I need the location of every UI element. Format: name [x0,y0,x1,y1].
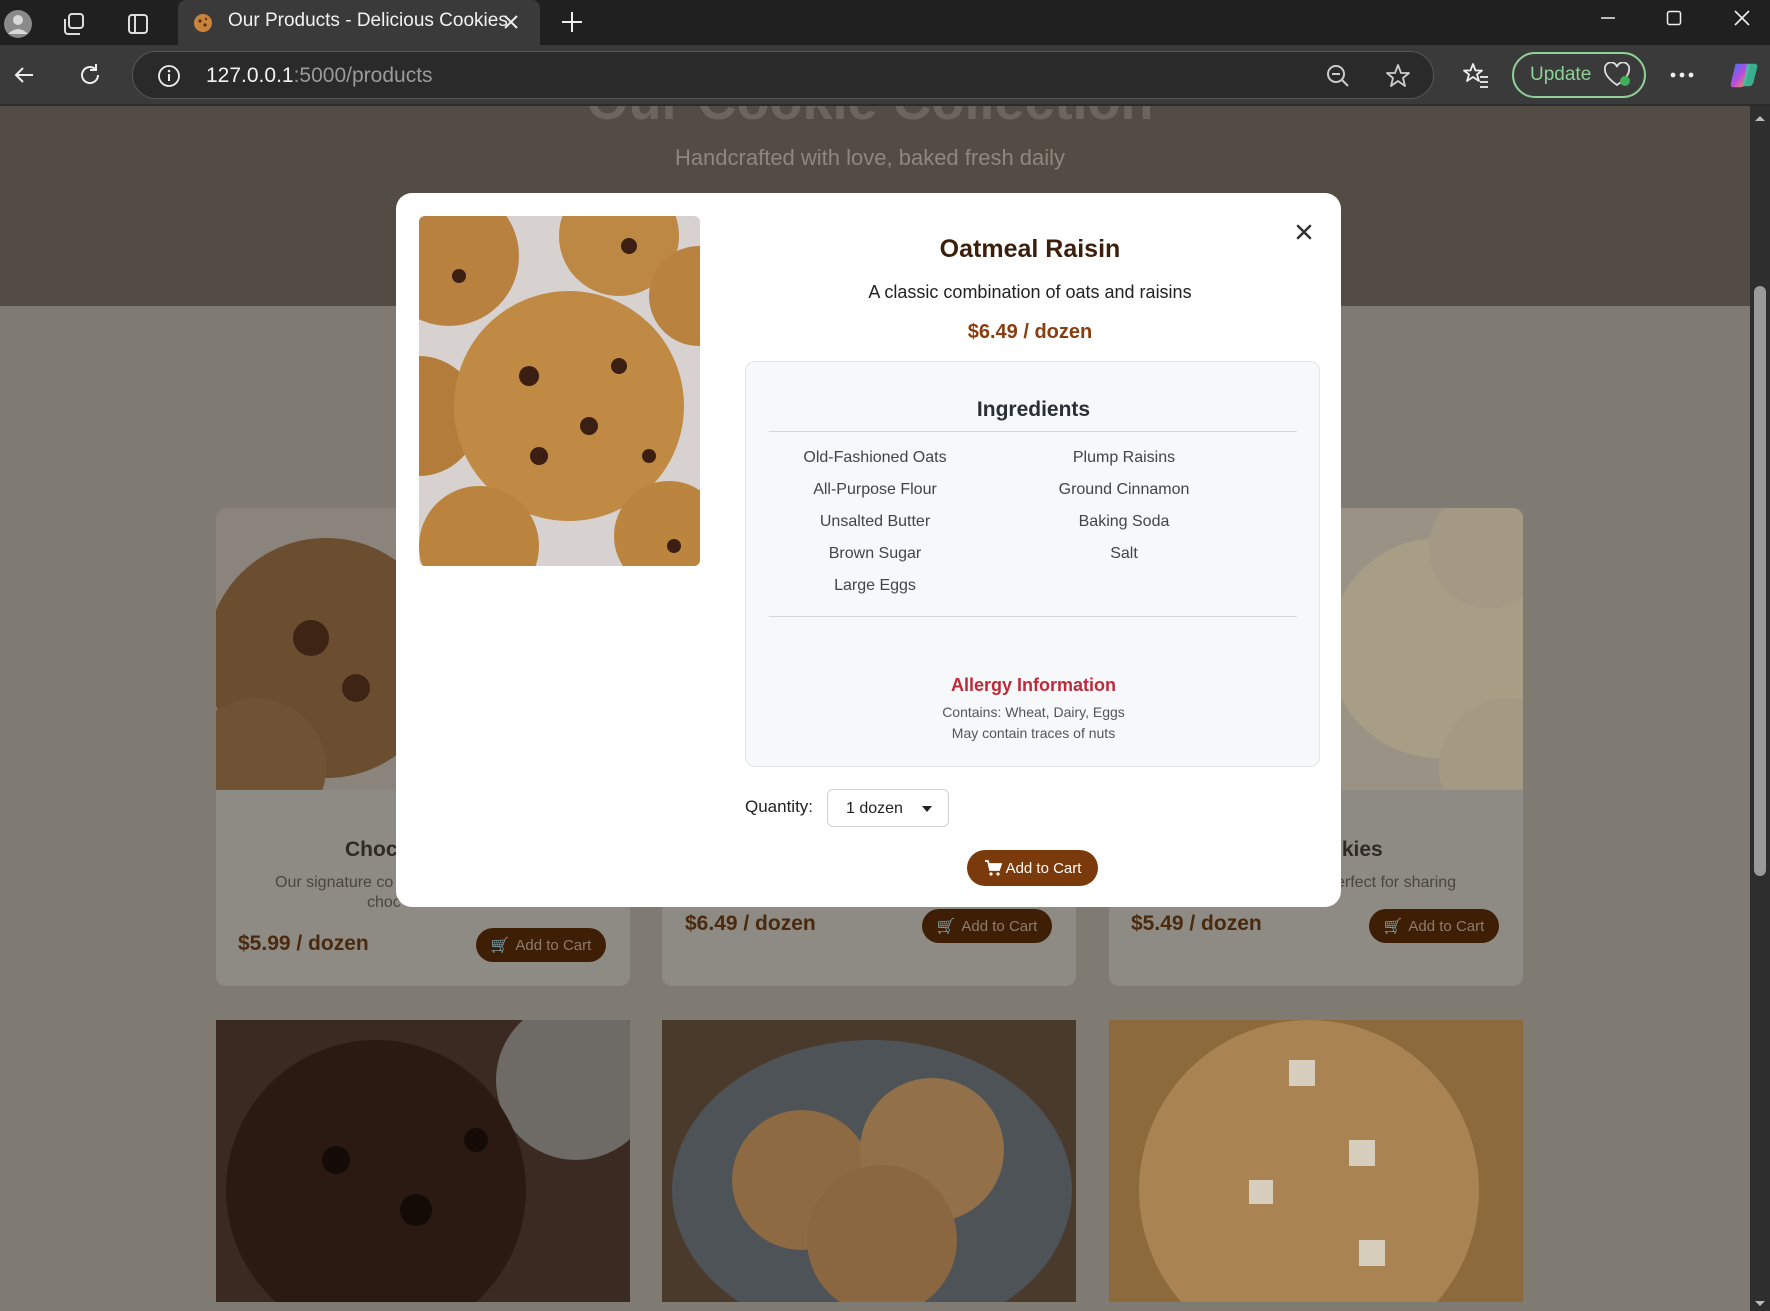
cookie-favicon-icon [194,14,212,32]
modal-product-price: $6.49 / dozen [967,321,1093,343]
ingredient-item: Unsalted Butter [819,513,931,530]
product-title: Choc [345,838,398,861]
browser-tab-bar: Our Products - Delicious Cookies [0,0,1770,45]
product-price: $5.49 / dozen [1131,912,1262,935]
modal-product-description: A classic combination of oats and raisin… [868,282,1192,302]
caret-down-icon [922,806,932,812]
active-tab[interactable]: Our Products - Delicious Cookies [178,0,540,45]
product-image [1109,1020,1523,1302]
divider [769,431,1297,432]
ingredient-item: Ground Cinnamon [1058,481,1190,498]
add-to-cart-label: Add to Cart [515,936,592,954]
ingredient-item: Baking Soda [1078,513,1170,530]
quantity-select[interactable]: 1 dozen [827,789,949,827]
close-window-icon[interactable] [1712,0,1770,36]
tab-title: Our Products - Delicious Cookies [228,10,508,31]
favorites-icon[interactable] [1460,59,1492,91]
page-title: Our Cookie Collection [0,106,1740,132]
allergy-contains: Contains: Wheat, Dairy, Eggs [942,704,1125,720]
cart-icon: 🛒 [490,937,510,954]
profile-icon[interactable] [0,6,36,42]
quantity-value: 1 dozen [846,800,903,817]
workspaces-icon[interactable] [56,6,92,42]
add-to-cart-label: Add to Cart [1408,917,1485,935]
copilot-icon[interactable] [1728,59,1760,91]
oatmeal-raisin-image [419,216,700,566]
product-price: $6.49 / dozen [685,912,816,935]
add-to-cart-label: Add to Cart [1005,859,1082,877]
ingredient-item: All-Purpose Flour [813,481,937,498]
add-to-cart-label: Add to Cart [961,917,1038,935]
product-detail-modal: Oatmeal Raisin A classic combination of … [396,193,1341,907]
ingredient-item: Brown Sugar [828,545,922,562]
update-label: Update [1530,64,1592,85]
update-button[interactable]: Update [1512,52,1646,98]
page-scrollbar[interactable] [1750,106,1770,1311]
scrollbar-thumb[interactable] [1754,286,1766,876]
product-image [216,1020,630,1302]
vertical-tabs-icon[interactable] [120,6,156,42]
add-to-cart-button[interactable]: 🛒 Add to Cart [922,909,1052,943]
product-description-line2: choc [367,894,401,911]
divider [769,616,1297,617]
address-bar: 127.0.0.1:5000/products Update [0,45,1770,105]
product-description: Our signature co [275,874,394,891]
url-text: 127.0.0.1:5000/products [206,64,433,87]
modal-product-title: Oatmeal Raisin [939,235,1121,263]
product-description: erfect for sharing [1336,874,1457,891]
cart-icon: 🛒 [1383,918,1403,935]
ingredient-item: Plump Raisins [1072,449,1176,466]
ingredients-panel: Ingredients Old-Fashioned Oats Plump Rai… [745,361,1320,767]
site-info-icon[interactable] [157,64,181,88]
cart-icon: 🛒 [936,918,956,935]
minimize-icon[interactable] [1578,0,1638,36]
heart-pulse-icon [1604,62,1631,87]
ingredient-item: Salt [1110,545,1138,562]
ingredient-item: Large Eggs [834,577,916,594]
modal-add-to-cart-button[interactable]: Add to Cart [967,850,1098,886]
favorite-star-icon[interactable] [1385,63,1411,89]
ingredient-item: Old-Fashioned Oats [803,449,947,466]
url-field[interactable]: 127.0.0.1:5000/products [132,51,1434,99]
new-tab-icon[interactable] [556,6,588,38]
reload-icon[interactable] [72,57,108,93]
page-subtitle: Handcrafted with love, baked fresh daily [674,145,1066,170]
maximize-icon[interactable] [1644,0,1704,36]
cart-icon [984,860,1002,876]
zoom-out-icon[interactable] [1325,63,1351,89]
quantity-label: Quantity: [745,797,814,816]
allergy-traces: May contain traces of nuts [951,725,1116,741]
add-to-cart-button[interactable]: 🛒 Add to Cart [476,928,606,962]
scroll-up-icon[interactable] [1754,114,1766,122]
back-icon[interactable] [6,57,42,93]
scroll-down-icon[interactable] [1754,1300,1766,1308]
close-tab-icon[interactable] [500,11,522,33]
ingredients-heading: Ingredients [976,398,1091,421]
more-options-icon[interactable] [1666,59,1698,91]
allergy-heading: Allergy Information [950,675,1116,695]
product-price: $5.99 / dozen [238,932,369,955]
product-image [662,1020,1076,1302]
add-to-cart-button[interactable]: 🛒 Add to Cart [1369,909,1499,943]
